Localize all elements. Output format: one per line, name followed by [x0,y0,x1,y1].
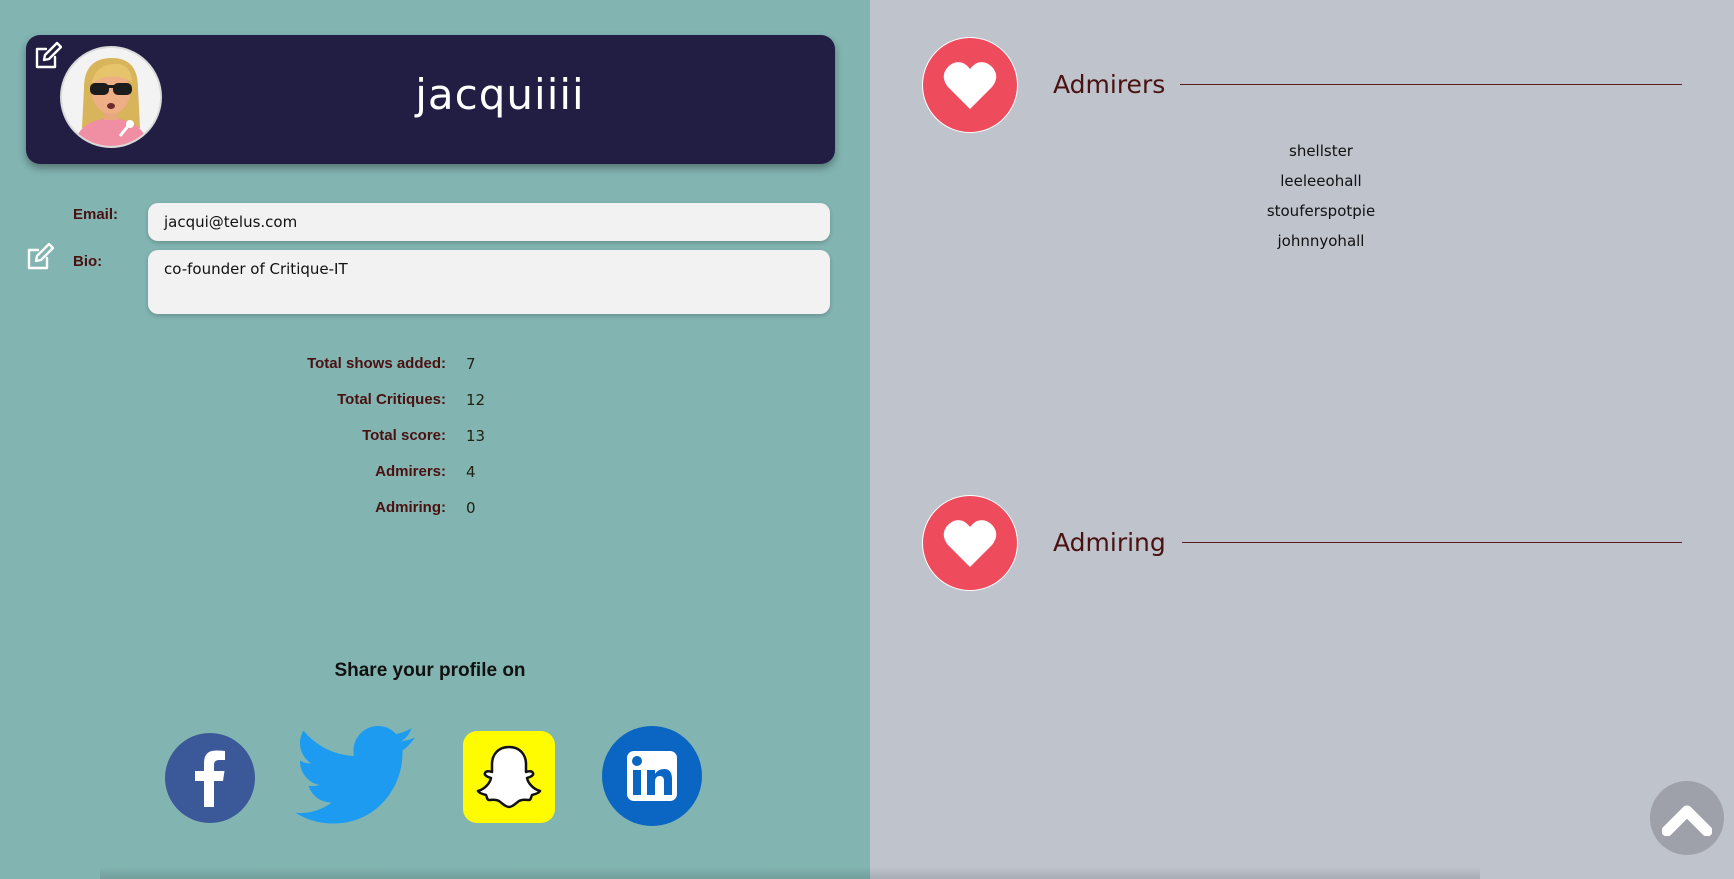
stat-value: 0 [466,499,476,517]
linkedin-icon[interactable] [602,726,702,830]
admirer-item[interactable]: stouferspotpie [1220,200,1422,230]
admiring-divider [1182,542,1682,543]
facebook-icon[interactable] [165,733,255,827]
stat-total-shows: Total shows added: 7 [240,355,640,379]
avatar [60,46,162,148]
stat-label: Total score: [362,427,446,444]
stat-label: Admiring: [375,499,446,516]
admirers-divider [1180,84,1682,85]
snapchat-icon[interactable] [463,731,555,827]
stat-value: 7 [466,355,476,373]
stat-label: Total Critiques: [337,391,446,408]
stat-value: 4 [466,463,476,481]
admirer-item[interactable]: leeleeohall [1220,170,1422,200]
profile-username: jacquiiii [415,70,585,119]
email-label: Email: [73,206,119,223]
stat-label: Total shows added: [307,355,446,372]
stat-value: 12 [466,391,486,409]
connections-panel [870,0,1734,879]
edit-avatar-icon[interactable] [32,41,63,71]
admirer-item[interactable]: johnnyohall [1220,230,1422,260]
stat-total-critiques: Total Critiques: 12 [240,391,640,415]
stat-label: Admirers: [375,463,446,480]
admirers-title: Admirers [1053,70,1166,99]
chevron-up-icon [1662,805,1712,836]
bottom-shadow [100,867,1480,879]
scroll-to-top-button[interactable] [1650,781,1724,855]
edit-profile-icon[interactable] [24,242,55,272]
admiring-title: Admiring [1053,528,1166,557]
stat-total-score: Total score: 13 [240,427,640,451]
admirers-heart-icon [922,37,1018,133]
twitter-icon[interactable] [295,726,418,830]
email-field[interactable]: jacqui@telus.com [148,203,830,241]
bio-label: Bio: [73,253,103,270]
admirer-item[interactable]: shellster [1220,140,1422,170]
stat-admiring: Admiring: 0 [240,499,640,523]
stat-value: 13 [466,427,486,445]
admiring-heart-icon [922,495,1018,591]
share-heading: Share your profile on [334,660,526,681]
bio-field[interactable]: co-founder of Critique-IT [148,250,830,314]
stat-admirers: Admirers: 4 [240,463,640,487]
admirers-list: shellster leeleeohall stouferspotpie joh… [1220,140,1422,260]
